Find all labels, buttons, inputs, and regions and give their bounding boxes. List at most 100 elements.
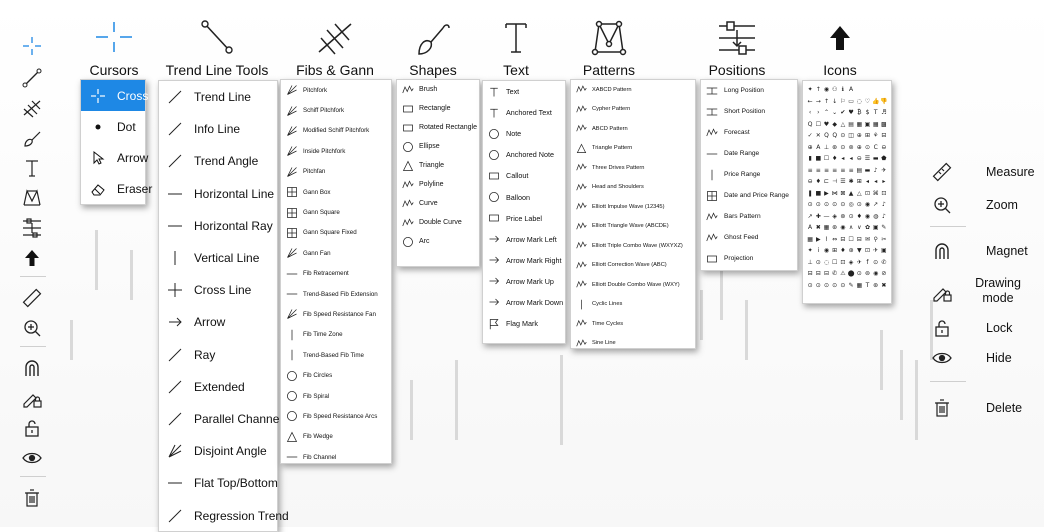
- trend-item-trend-line[interactable]: Trend Line: [159, 81, 277, 113]
- icon-grid-cell[interactable]: 👎: [880, 96, 888, 108]
- patterns-item-head-and-shoulders[interactable]: Head and Shoulders: [571, 178, 695, 198]
- icon-grid-cell[interactable]: ⊙: [839, 142, 847, 154]
- fibs-item-fib-channel[interactable]: Fib Channel: [281, 447, 391, 467]
- icon-grid-cell[interactable]: ▦: [855, 280, 863, 292]
- icon-grid-cell[interactable]: ⊙: [814, 199, 822, 211]
- cursor-item-eraser[interactable]: Eraser: [81, 173, 152, 204]
- icon-grid-cell[interactable]: ⊕: [855, 130, 863, 142]
- icon-grid-cell[interactable]: Q: [831, 130, 839, 142]
- icon-grid-cell[interactable]: ◉: [872, 268, 880, 280]
- icon-grid-cell[interactable]: ✆: [880, 257, 888, 269]
- icon-grid-cell[interactable]: ♦: [831, 153, 839, 165]
- icon-grid-cell[interactable]: ⊛: [847, 245, 855, 257]
- fibs-item-gann-fan[interactable]: Gann Fan: [281, 243, 391, 263]
- icon-grid-cell[interactable]: ←: [806, 96, 814, 108]
- shapes-item-double-curve[interactable]: Double Curve: [397, 213, 479, 232]
- icon-grid-cell[interactable]: ✖: [814, 222, 822, 234]
- fibs-item-trend-based-fib-extension[interactable]: Trend-Based Fib Extension: [281, 284, 391, 304]
- fibs-item-pitchfan[interactable]: Pitchfan: [281, 162, 391, 182]
- icon-grid-cell[interactable]: ⊙: [831, 280, 839, 292]
- icon-grid-cell[interactable]: ℹ: [839, 84, 847, 96]
- icon-grid-cell[interactable]: ≡: [847, 165, 855, 177]
- icon-grid-cell[interactable]: ⊙: [855, 268, 863, 280]
- icon-grid-cell[interactable]: ◉: [839, 222, 847, 234]
- cursor-cross-icon[interactable]: [12, 32, 52, 60]
- icon-grid-cell[interactable]: ◉: [863, 211, 871, 223]
- icon-grid-cell[interactable]: ◉: [822, 84, 830, 96]
- trend-item-flat-top-bottom[interactable]: Flat Top/Bottom: [159, 467, 278, 499]
- icon-grid-cell[interactable]: ▼: [855, 245, 863, 257]
- trend-item-horizontal-line[interactable]: Horizontal Line: [159, 178, 277, 210]
- fibs-item-fib-spiral[interactable]: Fib Spiral: [281, 386, 391, 406]
- drawing-mode-lock-icon[interactable]: [12, 384, 52, 412]
- icon-grid-cell[interactable]: ◫: [847, 130, 855, 142]
- arrow-up-icon[interactable]: [12, 244, 52, 272]
- unlock-icon[interactable]: [12, 414, 52, 442]
- text-item-arrow-mark-up[interactable]: Arrow Mark Up: [483, 271, 565, 292]
- icon-grid-cell[interactable]: —: [822, 211, 830, 223]
- icon-grid-cell[interactable]: ‹: [806, 107, 814, 119]
- brush-icon[interactable]: [12, 124, 52, 152]
- shapes-item-rectangle[interactable]: Rectangle: [397, 99, 479, 118]
- icon-grid-cell[interactable]: ◈: [847, 257, 855, 269]
- icon-grid-cell[interactable]: ♥: [847, 107, 855, 119]
- icon-grid-cell[interactable]: ▣: [863, 119, 871, 131]
- text-item-arrow-mark-down[interactable]: Arrow Mark Down: [483, 292, 565, 313]
- trend-item-ray[interactable]: Ray: [159, 339, 277, 371]
- trend-line-icon[interactable]: [12, 64, 52, 92]
- icon-grid-cell[interactable]: ⊞: [855, 176, 863, 188]
- zoom-button[interactable]: Zoom: [928, 191, 1044, 219]
- icon-grid-cell[interactable]: ⚐: [839, 96, 847, 108]
- icon-grid-cell[interactable]: ⚘: [872, 130, 880, 142]
- icon-grid-cell[interactable]: ⬤: [847, 268, 855, 280]
- text-icon[interactable]: [12, 154, 52, 182]
- icon-grid-cell[interactable]: ⊟: [880, 130, 888, 142]
- icon-grid-cell[interactable]: ⊡: [839, 257, 847, 269]
- icon-grid-cell[interactable]: ✎: [847, 280, 855, 292]
- icon-grid-cell[interactable]: ▤: [855, 165, 863, 177]
- icon-grid-cell[interactable]: [863, 84, 871, 96]
- icon-grid-cell[interactable]: ♥: [822, 119, 830, 131]
- icon-grid-cell[interactable]: ⊞: [863, 130, 871, 142]
- icon-grid-cell[interactable]: ⊖: [855, 153, 863, 165]
- icon-grid-cell[interactable]: ⊙: [814, 280, 822, 292]
- icon-grid-cell[interactable]: ▬: [863, 165, 871, 177]
- icon-grid-cell[interactable]: ⊙: [847, 211, 855, 223]
- text-item-anchored-note[interactable]: Anchored Note: [483, 144, 565, 165]
- patterns-item-cypher-pattern[interactable]: Cypher Pattern: [571, 100, 695, 120]
- icon-grid-cell[interactable]: ⊖: [880, 142, 888, 154]
- icon-grid-cell[interactable]: ✦: [806, 84, 814, 96]
- icon-grid-cell[interactable]: ⊙: [806, 199, 814, 211]
- icon-grid-cell[interactable]: ›: [814, 107, 822, 119]
- icon-grid-cell[interactable]: ☐: [847, 234, 855, 246]
- icon-grid-cell[interactable]: ⊣: [831, 176, 839, 188]
- text-item-flag-mark[interactable]: Flag Mark: [483, 313, 565, 334]
- icon-grid-cell[interactable]: ⊙: [839, 130, 847, 142]
- icon-grid-cell[interactable]: ⊙: [863, 142, 871, 154]
- icon-grid-cell[interactable]: ♦: [814, 176, 822, 188]
- cursor-item-arrow[interactable]: Arrow: [81, 142, 148, 173]
- icon-grid-cell[interactable]: ⊙: [839, 199, 847, 211]
- icon-grid-cell[interactable]: ⊥: [806, 257, 814, 269]
- icon-grid-cell[interactable]: ♡: [863, 96, 871, 108]
- icon-grid-cell[interactable]: [880, 84, 888, 96]
- icon-grid-cell[interactable]: ✉: [863, 234, 871, 246]
- positions-item-short-position[interactable]: Short Position: [701, 101, 797, 122]
- icon-grid-cell[interactable]: ❚: [806, 188, 814, 200]
- trend-item-horizontal-ray[interactable]: Horizontal Ray: [159, 210, 277, 242]
- icon-grid-cell[interactable]: ◎: [847, 199, 855, 211]
- icon-grid-cell[interactable]: ⌇: [822, 234, 830, 246]
- icon-grid-cell[interactable]: ⚠: [839, 268, 847, 280]
- icon-grid-cell[interactable]: ⌃: [822, 107, 830, 119]
- patterns-item-three-drives-pattern[interactable]: Three Drives Pattern: [571, 158, 695, 178]
- icon-grid-cell[interactable]: ♪: [880, 211, 888, 223]
- icon-grid-cell[interactable]: △: [855, 188, 863, 200]
- icon-grid-cell[interactable]: ⊟: [814, 268, 822, 280]
- icon-grid-cell[interactable]: f: [863, 257, 871, 269]
- icon-grid-cell[interactable]: ⇔: [831, 234, 839, 246]
- icon-grid-cell[interactable]: i: [814, 245, 822, 257]
- trend-item-extended[interactable]: Extended: [159, 371, 277, 403]
- icon-grid-cell[interactable]: ▦: [855, 119, 863, 131]
- positions-item-projection[interactable]: Projection: [701, 248, 797, 269]
- icon-grid-cell[interactable]: ⊟: [806, 268, 814, 280]
